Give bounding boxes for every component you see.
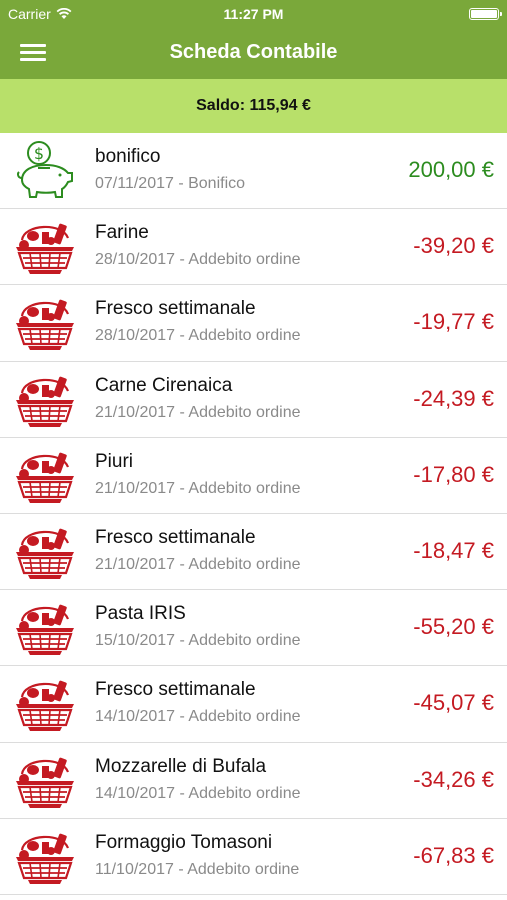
page-title: Scheda Contabile	[169, 41, 338, 63]
status-bar: Carrier 11:27 PM	[0, 0, 507, 27]
transaction-subtitle: 11/10/2017 - Addebito ordine	[95, 860, 300, 878]
transaction-subtitle: 15/10/2017 - Addebito ordine	[95, 632, 301, 650]
transaction-list: $ bonifico 07/11/2017 - Bonifico 200,00 € …	[0, 133, 507, 895]
transaction-row[interactable]: Farine 28/10/2017 - Addebito ordine -39,20…	[0, 209, 507, 286]
transaction-subtitle: 14/10/2017 - Addebito ordine	[95, 708, 301, 726]
transaction-row[interactable]: Pasta IRIS 15/10/2017 - Addebito ordine -5…	[0, 590, 507, 667]
transaction-amount: -45,07 €	[413, 690, 494, 716]
grocery-basket-icon	[12, 673, 78, 735]
transaction-row[interactable]: Piuri 21/10/2017 - Addebito ordine -17,80 …	[0, 438, 507, 514]
transaction-title: Carne Cirenaica	[95, 374, 233, 396]
transaction-row[interactable]: Fresco settimanale 28/10/2017 - Addebito …	[0, 285, 507, 362]
piggy-bank-icon: $	[12, 140, 78, 202]
transaction-title: Piuri	[95, 450, 134, 472]
transaction-title: Formaggio Tomasoni	[95, 831, 273, 853]
transaction-title: Fresco settimanale	[95, 526, 256, 548]
grocery-basket-icon	[12, 369, 78, 431]
transaction-row[interactable]: Formaggio Tomasoni 11/10/2017 - Addebito …	[0, 819, 507, 895]
transaction-amount: -34,26 €	[413, 766, 494, 792]
transaction-subtitle: 21/10/2017 - Addebito ordine	[95, 555, 301, 573]
transaction-subtitle: 14/10/2017 - Addebito ordine	[95, 784, 301, 802]
transaction-amount: -24,39 €	[413, 385, 494, 411]
transaction-subtitle: 21/10/2017 - Addebito ordine	[95, 479, 301, 497]
navigation-bar: Scheda Contabile	[0, 27, 507, 79]
balance-bar: Saldo: 115,94 €	[0, 79, 507, 133]
transaction-subtitle: 21/10/2017 - Addebito ordine	[95, 403, 301, 421]
transaction-title: Mozzarelle di Bufala	[95, 755, 267, 777]
grocery-basket-icon	[12, 521, 78, 583]
transaction-row[interactable]: $ bonifico 07/11/2017 - Bonifico 200,00 €	[0, 133, 507, 210]
transaction-title: bonifico	[95, 146, 161, 167]
transaction-title: Farine	[95, 222, 149, 244]
transaction-amount: -17,80 €	[413, 461, 494, 487]
battery-icon	[469, 8, 502, 20]
grocery-basket-icon	[12, 750, 78, 812]
transaction-title: Fresco settimanale	[95, 679, 256, 701]
transaction-amount: -67,83 €	[413, 842, 494, 868]
transaction-amount: -19,77 €	[413, 309, 494, 335]
grocery-basket-icon	[12, 445, 78, 507]
svg-text:$: $	[34, 144, 44, 163]
transaction-row[interactable]: Carne Cirenaica 21/10/2017 - Addebito ord…	[0, 362, 507, 438]
transaction-subtitle: 07/11/2017 - Bonifico	[95, 175, 246, 192]
transaction-amount: -18,47 €	[413, 537, 494, 563]
transaction-amount: -55,20 €	[413, 614, 494, 640]
balance-label: Saldo: 115,94 €	[196, 97, 311, 114]
transaction-amount: 200,00 €	[408, 157, 494, 182]
transaction-row[interactable]: Fresco settimanale 21/10/2017 - Addebito …	[0, 514, 507, 591]
grocery-basket-icon	[12, 826, 78, 888]
clock: 11:27 PM	[223, 6, 284, 22]
transaction-row[interactable]: Mozzarelle di Bufala 14/10/2017 - Addebit…	[0, 743, 507, 819]
transaction-subtitle: 28/10/2017 - Addebito ordine	[95, 327, 301, 345]
transaction-subtitle: 28/10/2017 - Addebito ordine	[95, 251, 301, 269]
grocery-basket-icon	[12, 216, 78, 278]
grocery-basket-icon	[12, 597, 78, 659]
transaction-amount: -39,20 €	[413, 233, 494, 259]
transaction-title: Fresco settimanale	[95, 298, 256, 320]
grocery-basket-icon	[12, 292, 78, 354]
transaction-row[interactable]: Fresco settimanale 14/10/2017 - Addebito …	[0, 666, 507, 743]
transaction-title: Pasta IRIS	[95, 603, 186, 625]
